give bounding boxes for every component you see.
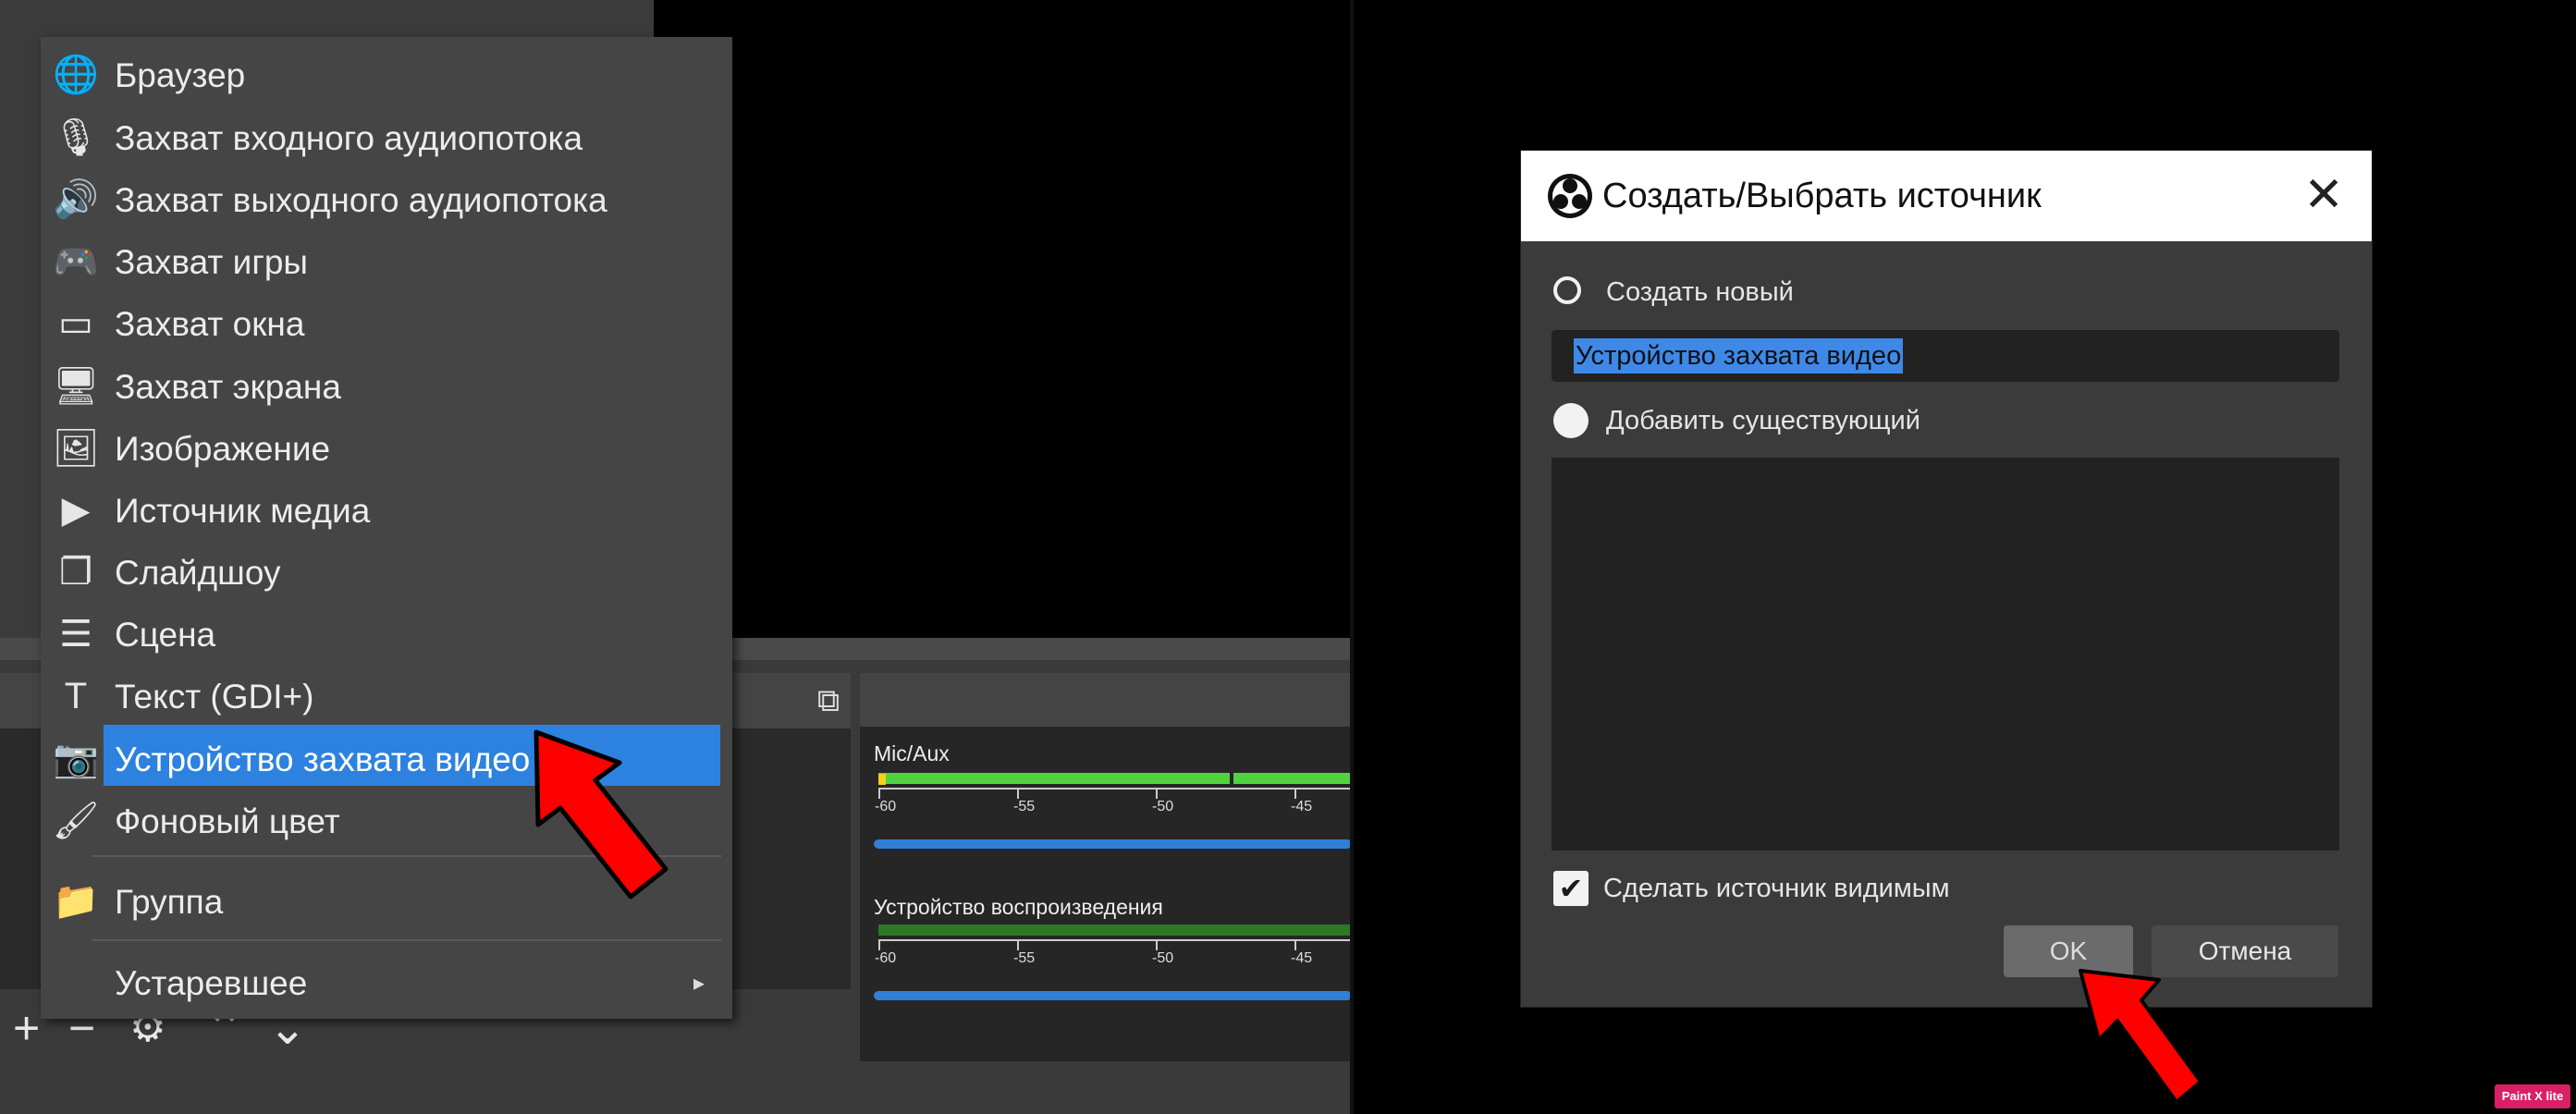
globe-icon: 🌐 xyxy=(53,55,99,95)
menu-item[interactable]: 🖼 Изображение xyxy=(41,418,732,480)
add-existing-label: Добавить существующий xyxy=(1606,406,1920,435)
menu-item-label: Текст (GDI+) xyxy=(115,678,314,716)
menu-item-label: Слайдшоу xyxy=(115,554,281,592)
make-visible-label: Сделать источник видимым xyxy=(1603,874,1950,903)
mixer-channel-name: Устройство воспроизведения xyxy=(874,895,1163,919)
menu-item[interactable]: 🖥 Захват экрана xyxy=(41,356,732,418)
text-icon: T xyxy=(64,676,88,716)
meter-tick-label: -55 xyxy=(1013,950,1036,966)
gamepad-icon: 🎮 xyxy=(53,241,99,282)
monitor-icon: 🖥 xyxy=(52,366,100,407)
menu-item[interactable]: ☰ Сцена xyxy=(41,604,732,666)
dialog-title: Создать/Выбрать источник xyxy=(1602,177,2042,215)
menu-item-label: Захват игры xyxy=(115,243,308,281)
menu-item[interactable]: 🌐 Браузер xyxy=(41,44,732,106)
panel-divider xyxy=(1350,0,1354,1114)
menu-item[interactable]: ❐ Слайдшоу xyxy=(41,542,732,604)
watermark-badge: Paint X lite xyxy=(2495,1084,2570,1108)
menu-item-deprecated[interactable]: Устаревшее ▸ xyxy=(41,952,732,1014)
close-icon[interactable]: ✕ xyxy=(2303,151,2344,239)
pointer-arrow-annotation xyxy=(534,729,669,900)
play-icon: ▶ xyxy=(61,490,91,531)
menu-item[interactable]: 🎮 Захват игры xyxy=(41,231,732,293)
menu-item-label: Захват экрана xyxy=(115,368,341,406)
source-name-input[interactable]: Устройство захвата видео xyxy=(1552,330,2339,382)
list-icon: ☰ xyxy=(59,614,92,655)
brush-icon: 🖌 xyxy=(52,801,100,841)
obs-logo-icon xyxy=(1548,174,1592,218)
volume-slider[interactable] xyxy=(874,839,1352,849)
menu-item[interactable]: T Текст (GDI+) xyxy=(41,666,732,728)
volume-meter xyxy=(878,924,1352,936)
create-new-label: Создать новый xyxy=(1606,277,1794,307)
menu-item[interactable]: ▭ Захват окна xyxy=(41,293,732,355)
add-source-button[interactable]: + xyxy=(13,1000,40,1056)
undock-icon[interactable]: ⧉ xyxy=(810,682,847,719)
meter-tick-label: -50 xyxy=(1152,950,1174,966)
menu-item-label: Захват выходного аудиопотока xyxy=(115,181,607,219)
submenu-arrow-icon: ▸ xyxy=(693,971,705,996)
volume-meter xyxy=(878,773,1230,784)
menu-separator xyxy=(92,939,721,941)
menu-item-label: Фоновый цвет xyxy=(115,802,340,840)
slideshow-icon: ❐ xyxy=(59,552,92,593)
meter-tick-label: -60 xyxy=(875,950,897,966)
menu-item[interactable]: ▶ Источник медиа xyxy=(41,480,732,542)
menu-item-label: Браузер xyxy=(115,56,246,94)
volume-meter-peak xyxy=(1233,773,1352,784)
menu-item-label: Захват входного аудиопотока xyxy=(115,119,583,157)
meter-tick-label: -60 xyxy=(875,799,897,814)
microphone-icon: 🎙 xyxy=(52,117,100,158)
menu-item-label: Устаревшее xyxy=(115,964,308,1002)
meter-tick-label: -45 xyxy=(1291,950,1313,966)
menu-item-label: Захват окна xyxy=(115,305,305,343)
meter-scale xyxy=(878,788,1352,799)
image-icon: 🖼 xyxy=(52,428,100,469)
obs-main-window: ⧉ + − ⚙ ⌃ ⌄ Mic/Aux -60 -55 -50 -45 Устр… xyxy=(0,0,1352,1114)
menu-item-label: Группа xyxy=(115,883,224,921)
meter-scale xyxy=(878,939,1352,950)
speaker-icon: 🔊 xyxy=(53,179,99,220)
dialog-titlebar: Создать/Выбрать источник ✕ xyxy=(1521,151,2372,241)
menu-item-label: Устройство захвата видео xyxy=(115,741,531,778)
volume-slider[interactable] xyxy=(874,991,1352,1000)
audio-mixer xyxy=(860,673,1352,1061)
window-icon: ▭ xyxy=(58,303,93,344)
existing-sources-list[interactable] xyxy=(1552,458,2339,851)
menu-item[interactable]: 🎙 Захват входного аудиопотока xyxy=(41,107,732,169)
meter-tick-label: -45 xyxy=(1291,799,1313,814)
create-new-radio[interactable] xyxy=(1553,276,1581,304)
meter-clip-indicator xyxy=(878,774,886,785)
menu-item-label: Сцена xyxy=(115,616,216,654)
menu-item[interactable]: 🔊 Захват выходного аудиопотока xyxy=(41,169,732,231)
pointer-arrow-annotation xyxy=(2079,969,2202,1104)
camera-icon: 📷 xyxy=(53,739,99,779)
add-existing-radio[interactable] xyxy=(1553,403,1589,438)
menu-item-label: Изображение xyxy=(115,430,331,468)
mixer-channel-name: Mic/Aux xyxy=(874,741,950,765)
audio-mixer-header xyxy=(860,673,1352,727)
source-name-value: Устройство захвата видео xyxy=(1574,338,1904,373)
menu-item-label: Источник медиа xyxy=(115,492,371,530)
meter-tick-label: -55 xyxy=(1013,799,1036,814)
meter-tick-label: -50 xyxy=(1152,799,1174,814)
make-visible-checkbox[interactable]: ✔ xyxy=(1553,871,1589,906)
folder-icon: 📁 xyxy=(53,881,99,922)
